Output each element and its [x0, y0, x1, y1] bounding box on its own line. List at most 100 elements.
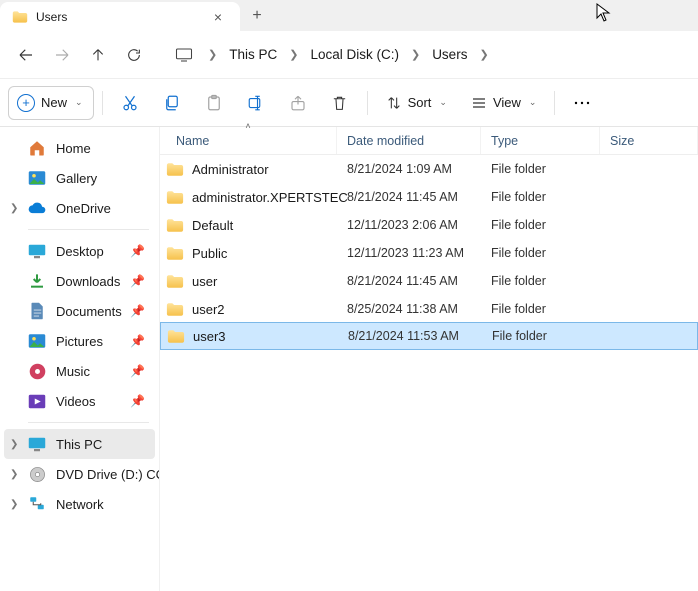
- file-date: 12/11/2023 2:06 AM: [337, 218, 481, 232]
- toolbar: + New ⌄ Sort ⌄ View ⌄: [0, 79, 698, 127]
- sort-label: Sort: [408, 95, 432, 110]
- sidebar-item-pictures[interactable]: Pictures 📌: [4, 326, 155, 356]
- browser-tab[interactable]: Users ×: [0, 2, 240, 31]
- file-name: administrator.XPERTSTEC: [192, 190, 348, 205]
- sidebar-label: OneDrive: [56, 201, 111, 216]
- desktop-icon: [28, 242, 46, 260]
- sidebar-label: DVD Drive (D:) CCC: [56, 467, 160, 482]
- breadcrumb-drive[interactable]: Local Disk (C:): [304, 43, 405, 66]
- view-icon: [471, 96, 487, 110]
- sidebar-label: Music: [56, 364, 90, 379]
- sidebar-label: Downloads: [56, 274, 120, 289]
- pc-icon[interactable]: [166, 37, 202, 73]
- file-name: user3: [193, 329, 226, 344]
- sidebar-label: Desktop: [56, 244, 104, 259]
- column-name[interactable]: ˄Name: [160, 127, 337, 154]
- copy-button[interactable]: [153, 86, 191, 120]
- file-name: Default: [192, 218, 233, 233]
- music-icon: [28, 362, 46, 380]
- folder-icon: [166, 190, 184, 205]
- up-button[interactable]: [80, 37, 116, 73]
- sidebar-label: Gallery: [56, 171, 97, 186]
- downloads-icon: [28, 272, 46, 290]
- file-type: File folder: [481, 274, 600, 288]
- file-date: 8/25/2024 11:38 AM: [337, 302, 481, 316]
- sidebar-label: This PC: [56, 437, 102, 452]
- sidebar-item-dvd[interactable]: ❯DVD Drive (D:) CCC: [4, 459, 155, 489]
- new-tab-button[interactable]: +: [240, 0, 274, 31]
- back-button[interactable]: [8, 37, 44, 73]
- sidebar-item-downloads[interactable]: Downloads📌: [4, 266, 155, 296]
- documents-icon: [28, 302, 46, 320]
- pin-icon: 📌: [130, 244, 145, 258]
- sidebar-label: Videos: [56, 394, 96, 409]
- disc-icon: [28, 465, 46, 483]
- pin-icon: 📌: [130, 394, 145, 408]
- sidebar-item-network[interactable]: ❯Network: [4, 489, 155, 519]
- column-date[interactable]: Date modified: [337, 127, 481, 154]
- breadcrumb-thispc[interactable]: This PC: [223, 43, 283, 66]
- folder-icon: [166, 162, 184, 177]
- file-date: 8/21/2024 11:53 AM: [338, 329, 482, 343]
- sidebar-item-home[interactable]: Home: [4, 133, 155, 163]
- sidebar-item-onedrive[interactable]: ❯ OneDrive: [4, 193, 155, 223]
- sort-icon: [386, 95, 402, 111]
- file-date: 8/21/2024 1:09 AM: [337, 162, 481, 176]
- chevron-right-icon: ❯: [283, 48, 304, 61]
- sidebar-item-videos[interactable]: Videos 📌: [4, 386, 155, 416]
- folder-icon: [12, 10, 28, 24]
- file-row[interactable]: Default12/11/2023 2:06 AMFile folder: [160, 211, 698, 239]
- sidebar-item-documents[interactable]: Documents📌: [4, 296, 155, 326]
- file-row[interactable]: Administrator 8/21/2024 1:09 AMFile folde…: [160, 155, 698, 183]
- share-button[interactable]: [279, 86, 317, 120]
- sidebar-item-desktop[interactable]: Desktop 📌: [4, 236, 155, 266]
- pictures-icon: [28, 332, 46, 350]
- sidebar-label: Pictures: [56, 334, 103, 349]
- chevron-right-icon: ❯: [10, 203, 18, 214]
- navigation-pane: Home Gallery ❯ OneDrive Desktop 📌 Download…: [0, 127, 160, 591]
- pin-icon: 📌: [130, 304, 145, 318]
- chevron-right-icon: ❯: [10, 499, 18, 510]
- file-name: Administrator: [192, 162, 269, 177]
- close-tab-button[interactable]: ×: [206, 9, 230, 25]
- new-label: New: [41, 95, 67, 110]
- chevron-right-icon: ❯: [405, 48, 426, 61]
- sort-button[interactable]: Sort ⌄: [376, 86, 457, 120]
- folder-icon: [166, 302, 184, 317]
- file-row[interactable]: Public12/11/2023 11:23 AMFile folder: [160, 239, 698, 267]
- column-size[interactable]: Size: [600, 127, 698, 154]
- file-type: File folder: [481, 246, 600, 260]
- file-type: File folder: [481, 190, 600, 204]
- pin-icon: 📌: [130, 364, 145, 378]
- chevron-right-icon: ❯: [202, 48, 223, 61]
- new-button[interactable]: + New ⌄: [8, 86, 94, 120]
- more-button[interactable]: [563, 86, 601, 120]
- forward-button[interactable]: [44, 37, 80, 73]
- cloud-icon: [28, 199, 46, 217]
- file-row[interactable]: user3 8/21/2024 11:53 AMFile folder: [160, 322, 698, 350]
- folder-icon: [166, 218, 184, 233]
- sidebar-item-thispc[interactable]: ❯This PC: [4, 429, 155, 459]
- view-button[interactable]: View ⌄: [461, 86, 547, 120]
- sidebar-label: Home: [56, 141, 91, 156]
- file-row[interactable]: administrator.XPERTSTEC8/21/2024 11:45 A…: [160, 183, 698, 211]
- sidebar-item-gallery[interactable]: Gallery: [4, 163, 155, 193]
- address-bar: ❯ This PC ❯ Local Disk (C:) ❯ Users ❯: [0, 31, 698, 79]
- network-icon: [28, 495, 46, 513]
- column-type[interactable]: Type: [481, 127, 600, 154]
- file-type: File folder: [481, 162, 600, 176]
- file-type: File folder: [482, 329, 601, 343]
- cut-button[interactable]: [111, 86, 149, 120]
- titlebar: Users × +: [0, 0, 698, 31]
- sidebar-item-music[interactable]: Music 📌: [4, 356, 155, 386]
- refresh-button[interactable]: [116, 37, 152, 73]
- pin-icon: 📌: [130, 334, 145, 348]
- breadcrumb-folder[interactable]: Users: [426, 43, 473, 66]
- file-row[interactable]: user8/21/2024 11:45 AMFile folder: [160, 267, 698, 295]
- file-row[interactable]: user28/25/2024 11:38 AMFile folder: [160, 295, 698, 323]
- paste-button[interactable]: [195, 86, 233, 120]
- folder-icon: [167, 329, 185, 344]
- file-name: user2: [192, 302, 225, 317]
- rename-button[interactable]: [237, 86, 275, 120]
- delete-button[interactable]: [321, 86, 359, 120]
